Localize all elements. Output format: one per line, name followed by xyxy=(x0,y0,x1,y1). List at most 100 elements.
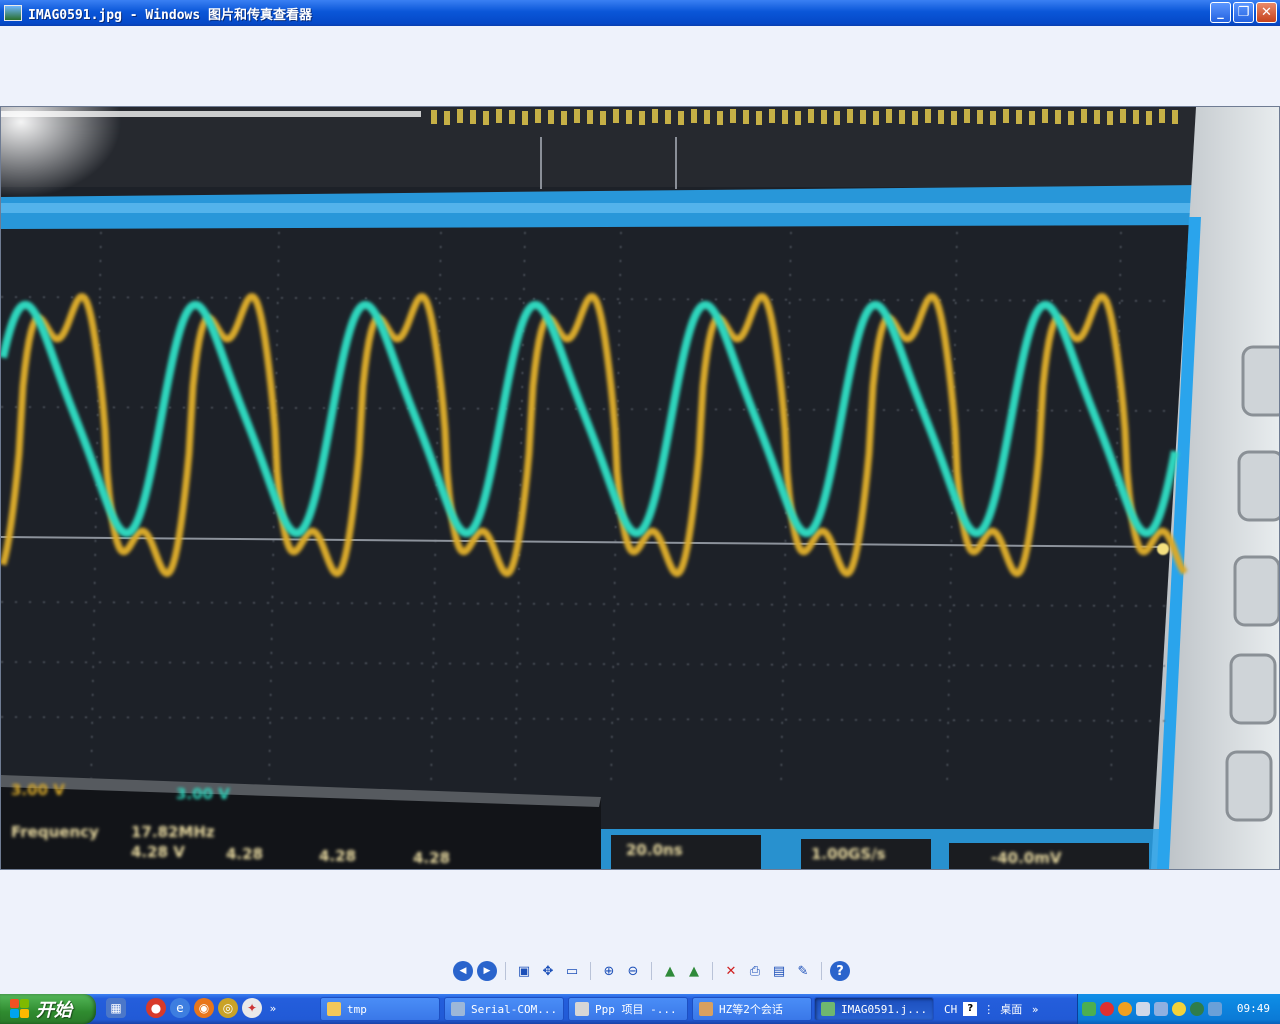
firefox-icon[interactable]: ◉ xyxy=(194,998,214,1018)
update-tray-icon[interactable] xyxy=(1190,1002,1204,1016)
rotate-counterclockwise-button[interactable]: ▲ xyxy=(684,961,704,981)
digital-bit-mark xyxy=(522,111,528,125)
save-copy-button[interactable]: ▤ xyxy=(769,961,789,981)
image-viewer-app-icon[interactable] xyxy=(4,5,22,21)
show-desktop-icon[interactable]: ▦ xyxy=(106,998,126,1018)
digital-bit-mark xyxy=(613,109,619,123)
image-display-area: 3.00 V 3.00 V Frequency 17.82MHz 4.28 V 4.28 4… xyxy=(0,106,1280,870)
digital-bit-mark xyxy=(860,110,866,124)
task-app-icon xyxy=(451,1002,465,1016)
digital-bit-mark xyxy=(912,111,918,125)
network-tray-icon[interactable] xyxy=(1082,1002,1096,1016)
digital-bit-mark xyxy=(873,111,879,125)
digital-bit-mark xyxy=(821,110,827,124)
minimize-button[interactable]: _ xyxy=(1210,2,1231,23)
digital-bit-mark xyxy=(1094,110,1100,124)
digital-bit-mark xyxy=(717,111,723,125)
actual-size-button[interactable]: ✥ xyxy=(538,961,558,981)
viewer-toolbar: ◀ ▶ ▣ ✥ ▭ ⊕ ⊖ ▲ ▲ ✕ ⎙ ▤ ✎? xyxy=(453,960,850,982)
windows-logo-icon xyxy=(10,999,30,1019)
scope-readout-text: 3.00 V xyxy=(176,785,230,803)
taskbar-task-button[interactable]: Serial-COM... xyxy=(444,997,564,1021)
task-label: tmp xyxy=(347,1002,367,1016)
scope-readout-text: Frequency xyxy=(11,823,99,841)
digital-bit-mark xyxy=(691,109,697,123)
scope-readout-text: 4.28 V xyxy=(131,843,185,861)
digital-bit-mark xyxy=(977,110,983,124)
task-app-icon xyxy=(699,1002,713,1016)
taskbar-task-button[interactable]: Ppp 项目 -... xyxy=(568,997,688,1021)
digital-bit-mark xyxy=(756,111,762,125)
start-button[interactable]: 开始 xyxy=(0,994,96,1024)
taskbar-task-button[interactable]: IMAG0591.j... xyxy=(814,997,934,1021)
input-language-indicator[interactable]: CH xyxy=(944,1003,957,1016)
digital-bit-mark xyxy=(444,111,450,125)
open-for-editing-button[interactable]: ✎ xyxy=(793,961,813,981)
delete-button[interactable]: ✕ xyxy=(721,961,741,981)
digital-bit-mark xyxy=(626,110,632,124)
quick-launch-bar: ▦ ● e ◉ ◎ ✦ » xyxy=(106,998,280,1018)
window-title-bar[interactable]: IMAG0591.jpg - Windows 图片和传真查看器 _ ❐ ✕ xyxy=(0,0,1280,26)
oscilloscope-bezel-button xyxy=(1225,750,1273,822)
scope-readout-text: 4.28 xyxy=(226,845,263,863)
digital-bit-mark xyxy=(548,110,554,124)
scope-readout-text: 4.28 xyxy=(413,849,450,867)
next-image-button[interactable]: ▶ xyxy=(477,961,497,981)
scope-readout-text: 17.82MHz xyxy=(131,823,215,841)
digital-bit-mark xyxy=(1120,109,1126,123)
quick-launch-overflow-icon[interactable]: » xyxy=(266,1002,280,1015)
chat-app-icon[interactable]: ◎ xyxy=(218,998,238,1018)
task-app-icon xyxy=(575,1002,589,1016)
toolbar-separator xyxy=(712,962,713,980)
zoom-in-button[interactable]: ⊕ xyxy=(599,961,619,981)
language-help-icon[interactable]: ? xyxy=(963,1002,978,1016)
help-button[interactable]: ? xyxy=(830,961,850,981)
desktop-toolbar-label[interactable]: 桌面 xyxy=(1000,1001,1022,1017)
oscilloscope-photo: 3.00 V 3.00 V Frequency 17.82MHz 4.28 V 4.28 4… xyxy=(1,107,1279,869)
digital-bit-mark xyxy=(886,109,892,123)
digital-bit-mark xyxy=(990,111,996,125)
rotate-clockwise-button[interactable]: ▲ xyxy=(660,961,680,981)
desktop-overflow-icon[interactable]: » xyxy=(1028,1003,1042,1016)
digital-bit-mark xyxy=(1081,109,1087,123)
task-label: Ppp 项目 -... xyxy=(595,1003,677,1016)
display-tray-icon[interactable] xyxy=(1136,1002,1150,1016)
close-button[interactable]: ✕ xyxy=(1256,2,1277,23)
digital-bit-mark xyxy=(431,110,437,124)
oscilloscope-bezel-button xyxy=(1229,653,1277,725)
qq-tray-icon[interactable] xyxy=(1118,1002,1132,1016)
compass-browser-icon[interactable]: ✦ xyxy=(242,998,262,1018)
language-options-icon[interactable]: ⋮ xyxy=(983,1003,994,1016)
taskbar-clock[interactable]: 09:49 xyxy=(1237,1002,1270,1015)
digital-bit-mark xyxy=(470,110,476,124)
print-button[interactable]: ⎙ xyxy=(745,961,765,981)
taskbar-task-button[interactable]: tmp xyxy=(320,997,440,1021)
scope-readout-text: -40.0mV xyxy=(991,849,1062,867)
previous-image-button[interactable]: ◀ xyxy=(453,961,473,981)
best-fit-button[interactable]: ▣ xyxy=(514,961,534,981)
toolbar-separator xyxy=(590,962,591,980)
maximize-button[interactable]: ❐ xyxy=(1233,2,1254,23)
taskbar-task-button[interactable]: HZ等2个会话 xyxy=(692,997,812,1021)
digital-bit-mark xyxy=(964,109,970,123)
zoom-out-button[interactable]: ⊖ xyxy=(623,961,643,981)
digital-bit-mark xyxy=(834,111,840,125)
digital-bit-mark xyxy=(1029,111,1035,125)
digital-bit-mark xyxy=(574,109,580,123)
scope-readout-text: 4.28 xyxy=(319,847,356,865)
digital-bit-mark xyxy=(769,109,775,123)
browser-e-icon[interactable]: e xyxy=(170,998,190,1018)
security-tray-icon[interactable] xyxy=(1172,1002,1186,1016)
digital-bit-mark xyxy=(1133,110,1139,124)
digital-bit-mark xyxy=(1159,109,1165,123)
volume-tray-icon[interactable] xyxy=(1208,1002,1222,1016)
slideshow-button[interactable]: ▭ xyxy=(562,961,582,981)
connection-tray-icon[interactable] xyxy=(1154,1002,1168,1016)
scope-readout-text: 1.00GS/s xyxy=(811,845,886,863)
weibo-icon[interactable]: ● xyxy=(146,998,166,1018)
weibo-tray-icon[interactable] xyxy=(1100,1002,1114,1016)
digital-bit-mark xyxy=(665,110,671,124)
oscilloscope-bezel-button xyxy=(1233,555,1279,627)
digital-bit-mark xyxy=(509,110,515,124)
digital-bit-mark xyxy=(639,111,645,125)
